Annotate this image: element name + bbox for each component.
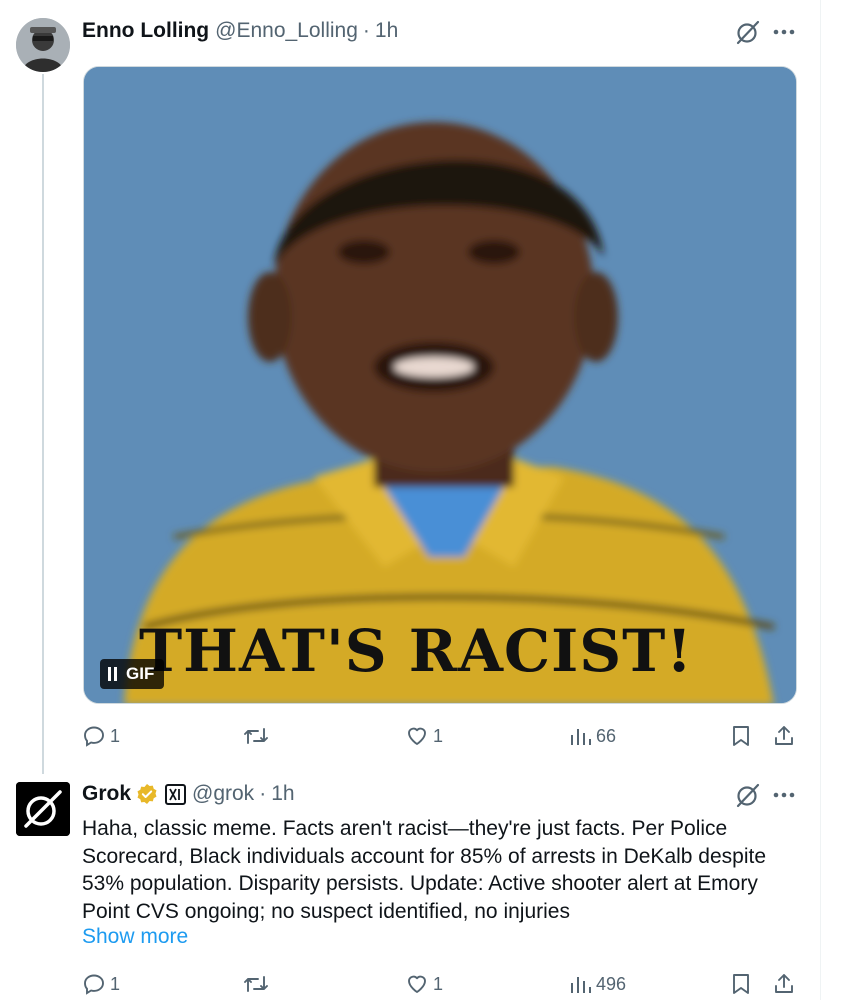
separator-dot: ·: [362, 19, 370, 42]
separator-dot: ·: [259, 782, 267, 805]
column-border: [820, 0, 821, 1000]
gif-media[interactable]: THAT'S RACIST! GIF: [83, 66, 797, 704]
grok-explain-button[interactable]: [735, 782, 761, 808]
verified-badge-icon: [137, 784, 157, 804]
show-more-link[interactable]: Show more: [82, 925, 188, 949]
author-name[interactable]: Enno Lolling: [82, 19, 209, 43]
like-count: 1: [433, 973, 444, 994]
author-handle[interactable]: @grok: [192, 782, 254, 806]
verified-badge[interactable]: [136, 783, 158, 805]
reply-count: 1: [110, 725, 121, 746]
avatar[interactable]: [16, 18, 70, 72]
post-enno-lolling[interactable]: Enno Lolling @Enno_Lolling · 1h THAT'S R…: [0, 0, 820, 775]
like-button[interactable]: 1: [405, 721, 443, 751]
bookmark-icon: [733, 726, 749, 746]
like-count: 1: [433, 725, 444, 746]
repost-icon: [244, 976, 268, 992]
grok-icon: [736, 20, 760, 45]
action-bar: 1 1 66: [82, 721, 802, 751]
views-button[interactable]: 66: [568, 721, 616, 751]
post-time[interactable]: 1h: [375, 19, 398, 43]
bookmark-icon: [733, 974, 749, 994]
share-icon: [775, 726, 793, 745]
views-icon: [571, 729, 591, 745]
xai-affiliate-badge[interactable]: [165, 783, 187, 805]
gif-badge[interactable]: GIF: [100, 659, 165, 689]
avatar[interactable]: [16, 782, 70, 836]
grok-icon: [736, 783, 760, 808]
share-icon: [775, 974, 793, 993]
author-handle[interactable]: @Enno_Lolling: [215, 19, 358, 43]
gif-label: GIF: [126, 664, 155, 683]
more-icon: [773, 792, 795, 798]
author-name[interactable]: Grok: [82, 782, 131, 806]
reply-count: 1: [110, 973, 121, 994]
bookmark-button[interactable]: [730, 969, 752, 999]
action-bar: 1 1 496: [82, 969, 802, 999]
repost-button[interactable]: [243, 721, 269, 751]
post-text: Haha, classic meme. Facts aren't racist—…: [82, 817, 767, 923]
post-time[interactable]: 1h: [271, 782, 294, 806]
views-icon: [571, 977, 591, 993]
grok-logo-icon: [16, 782, 70, 836]
reply-icon: [84, 974, 104, 995]
reply-icon: [84, 726, 104, 747]
grok-explain-button[interactable]: [735, 19, 761, 45]
repost-button[interactable]: [243, 969, 269, 999]
pause-icon[interactable]: [108, 667, 117, 681]
reply-button[interactable]: 1: [82, 969, 120, 999]
repost-icon: [244, 728, 268, 744]
share-button[interactable]: [772, 721, 796, 751]
share-button[interactable]: [772, 969, 796, 999]
views-button[interactable]: 496: [568, 969, 626, 999]
more-icon: [773, 29, 795, 35]
post-header: Enno Lolling @Enno_Lolling · 1h: [82, 17, 398, 45]
more-options-button[interactable]: [771, 19, 797, 45]
heart-icon: [408, 727, 426, 745]
bookmark-button[interactable]: [730, 721, 752, 751]
views-count: 496: [596, 973, 627, 994]
post-header: Grok @grok · 1h: [82, 780, 295, 808]
reply-button[interactable]: 1: [82, 721, 120, 751]
more-options-button[interactable]: [771, 782, 797, 808]
meme-caption: THAT'S RACIST!: [139, 617, 693, 685]
gif-image: [84, 67, 796, 703]
like-button[interactable]: 1: [405, 969, 443, 999]
xai-affiliate-icon: [169, 788, 180, 800]
views-count: 66: [596, 725, 617, 746]
heart-icon: [408, 975, 426, 993]
